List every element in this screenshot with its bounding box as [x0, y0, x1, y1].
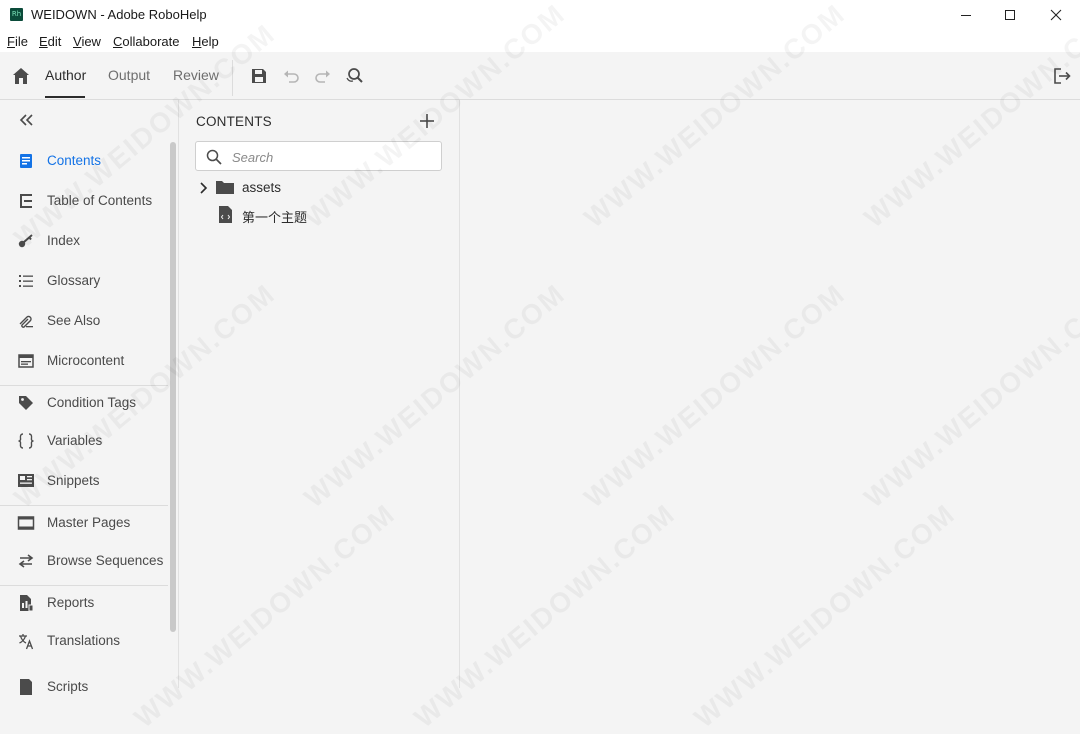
find-replace-button[interactable]	[345, 66, 365, 86]
main-toolbar: Author Output Review	[0, 52, 1080, 100]
sidebar-item-translations[interactable]: Translations	[0, 626, 168, 656]
sidebar-item-reports[interactable]: Reports	[0, 588, 168, 618]
close-button[interactable]	[1033, 0, 1079, 30]
menu-view[interactable]: View	[73, 34, 101, 49]
contents-icon	[20, 154, 32, 168]
menu-collaborate[interactable]: Collaborate	[113, 34, 180, 49]
menu-view-label: iew	[81, 34, 101, 49]
glossary-icon	[19, 275, 33, 287]
menu-help-label: elp	[201, 34, 219, 49]
redo-icon	[315, 70, 330, 83]
sidebar-item-master-pages[interactable]: Master Pages	[0, 508, 168, 538]
find-replace-icon	[346, 68, 363, 83]
sidebar-item-label: See Also	[47, 313, 101, 328]
menu-file-accel: F	[7, 34, 15, 49]
menu-edit[interactable]: Edit	[39, 34, 61, 49]
menu-edit-accel: E	[39, 34, 48, 49]
sidebar-item-glossary[interactable]: Glossary	[0, 266, 168, 296]
undo-icon	[284, 70, 299, 83]
sidebar-item-see-also[interactable]: See Also	[0, 306, 168, 336]
microcontent-icon	[18, 354, 34, 368]
panel-title: CONTENTS	[196, 114, 272, 129]
sidebar-item-microcontent[interactable]: Microcontent	[0, 346, 168, 376]
tree-item-label: 第一个主题	[242, 211, 308, 226]
save-icon	[252, 69, 266, 83]
sidebar-item-label: Reports	[47, 595, 95, 610]
topic-file-icon	[219, 206, 232, 223]
menu-file[interactable]: File	[7, 34, 28, 49]
menu-help[interactable]: Help	[192, 34, 219, 49]
sidebar-item-label: Microcontent	[47, 353, 125, 368]
active-tab-indicator	[45, 96, 85, 98]
menu-collaborate-accel: C	[113, 34, 123, 49]
tree-item-label: assets	[242, 180, 282, 195]
window-title: WEIDOWN - Adobe RoboHelp	[31, 7, 207, 22]
braces-icon	[18, 433, 34, 449]
translate-icon	[19, 634, 34, 650]
collapse-sidebar-button[interactable]	[18, 112, 36, 128]
home-button[interactable]	[11, 66, 31, 86]
home-icon	[13, 68, 29, 84]
minimize-icon	[961, 15, 971, 16]
menu-edit-label: dit	[47, 34, 62, 49]
close-icon	[1050, 9, 1062, 21]
sidebar-item-label: Browse Sequences	[47, 553, 164, 568]
reports-icon	[20, 595, 34, 612]
menu-help-accel: H	[192, 34, 202, 49]
menu-collaborate-label: ollaborate	[122, 34, 180, 49]
sidebar-item-label: Translations	[47, 633, 121, 648]
tab-output[interactable]: Output	[108, 67, 150, 83]
maximize-icon	[1005, 10, 1015, 20]
toc-icon	[20, 194, 32, 208]
folder-icon	[216, 181, 234, 194]
sidebar-item-label: Master Pages	[47, 515, 131, 530]
search-icon	[206, 149, 222, 165]
chevron-right-icon[interactable]	[199, 182, 209, 194]
tab-author[interactable]: Author	[45, 67, 86, 83]
sidebar-item-label: Glossary	[47, 273, 101, 288]
redo-button[interactable]	[313, 66, 333, 86]
sidebar-item-browse-sequences[interactable]: Browse Sequences	[0, 546, 168, 576]
undo-button[interactable]	[281, 66, 301, 86]
see-also-icon	[19, 315, 33, 328]
menu-file-label: ile	[14, 34, 28, 49]
robohelp-app-icon: Rh	[10, 8, 23, 21]
minimize-button[interactable]	[943, 0, 989, 30]
sidebar-item-label: Index	[47, 233, 81, 248]
double-chevron-left-icon	[19, 114, 33, 126]
tag-icon	[19, 396, 33, 410]
scripts-icon	[20, 679, 32, 695]
arrows-icon	[18, 554, 34, 568]
master-pages-icon	[17, 516, 35, 530]
save-button[interactable]	[249, 66, 269, 86]
sidebar-item-label: Scripts	[47, 679, 89, 694]
maximize-button[interactable]	[987, 0, 1033, 30]
sidebar-divider	[0, 585, 168, 586]
